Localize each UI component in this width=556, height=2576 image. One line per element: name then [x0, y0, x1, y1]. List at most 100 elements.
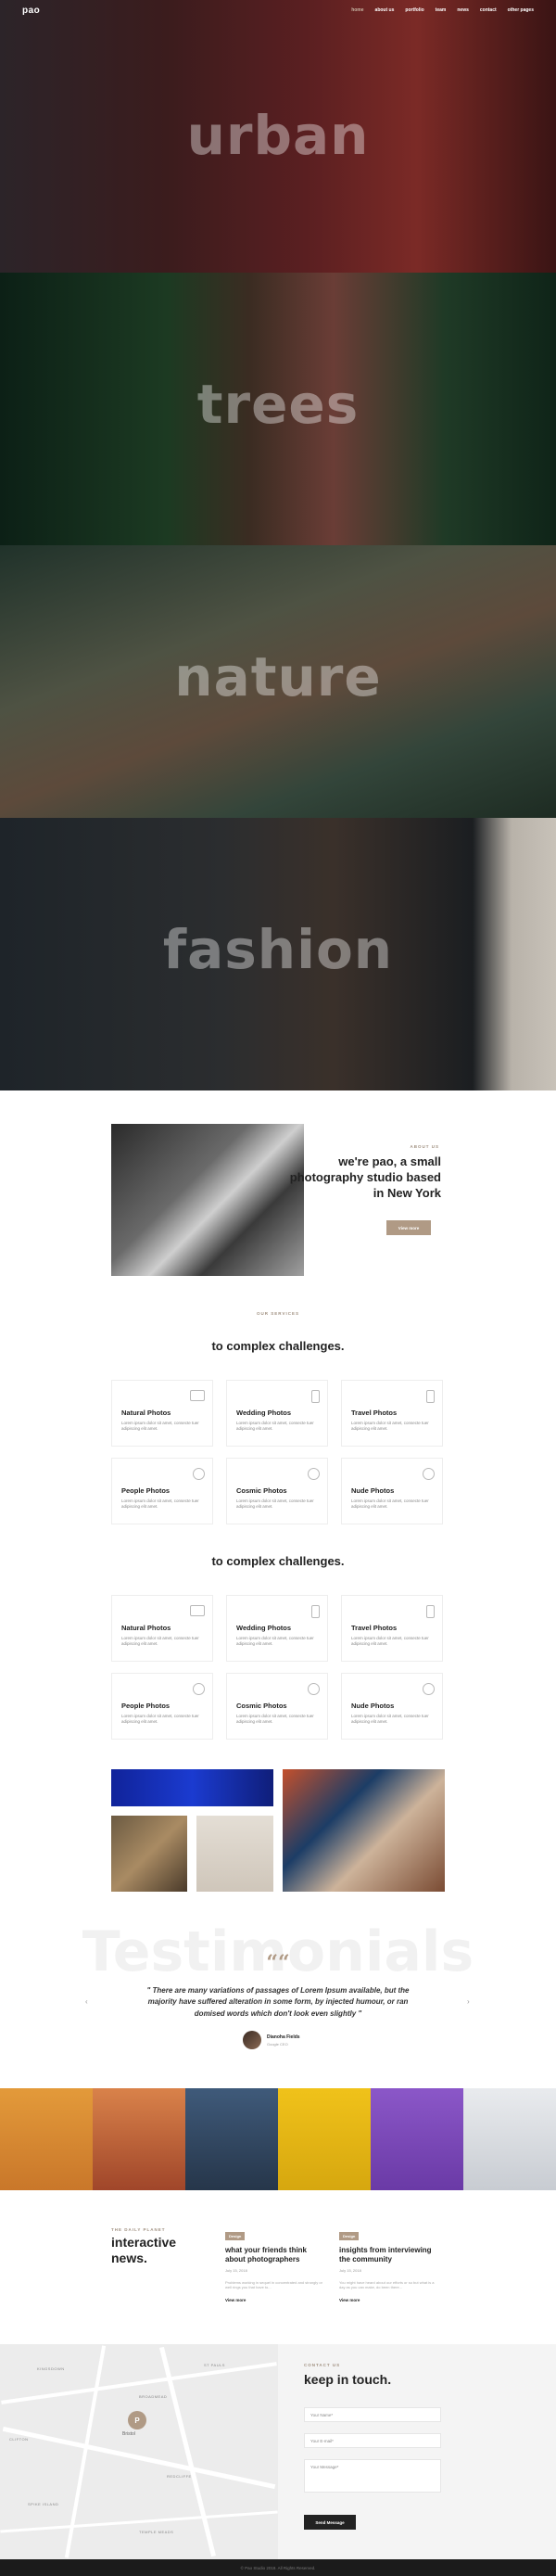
service-desc: Lorem ipsum dolor sit amet, consecte tue…: [351, 1636, 429, 1647]
email-field[interactable]: Your E-mail*: [304, 2433, 441, 2448]
news-post[interactable]: Design what your friends think about pho…: [225, 2225, 327, 2302]
team-member-photo[interactable]: [93, 2088, 185, 2190]
service-card-cosmic[interactable]: Cosmic Photos Lorem ipsum dolor sit amet…: [226, 1458, 328, 1524]
service-card-wedding[interactable]: Wedding Photos Lorem ipsum dolor sit ame…: [226, 1595, 328, 1662]
map-label: SPIKE ISLAND: [28, 2502, 59, 2506]
nav-home[interactable]: home: [351, 7, 363, 13]
map-road: [2, 2426, 276, 2490]
nav-portfolio[interactable]: portfolio: [405, 7, 423, 13]
map-label: ST PAULS: [204, 2363, 225, 2367]
service-title: Wedding Photos: [236, 1624, 292, 1632]
testimonial-role: Google CEO: [267, 2042, 288, 2047]
nav-about-us[interactable]: about us: [375, 7, 395, 13]
post-excerpt: You might have heard about our efforts o…: [339, 2279, 435, 2290]
service-card-wedding[interactable]: Wedding Photos Lorem ipsum dolor sit ame…: [226, 1380, 328, 1447]
service-title: People Photos: [121, 1702, 171, 1710]
top-navigation-bar: pao home about us portfolio team news co…: [0, 0, 556, 20]
services-title: to complex challenges.: [211, 1339, 345, 1353]
view-more-button[interactable]: View more: [386, 1220, 431, 1235]
service-card-nude[interactable]: Nude Photos Lorem ipsum dolor sit amet, …: [341, 1673, 443, 1740]
clock-icon: [423, 1468, 435, 1480]
nav-contact[interactable]: contact: [480, 7, 497, 13]
service-desc: Lorem ipsum dolor sit amet, consecte tue…: [121, 1636, 199, 1647]
service-title: Travel Photos: [351, 1624, 398, 1632]
service-card-cosmic[interactable]: Cosmic Photos Lorem ipsum dolor sit amet…: [226, 1673, 328, 1740]
post-tag[interactable]: Design: [225, 2232, 246, 2240]
news-title: interactive news.: [111, 2235, 176, 2266]
post-tag[interactable]: Design: [339, 2232, 360, 2240]
hero-word-urban: urban: [186, 104, 370, 167]
news-title-line2: news.: [111, 2250, 147, 2265]
next-arrow-icon[interactable]: ›: [467, 1997, 470, 2006]
prev-arrow-icon[interactable]: ‹: [85, 1997, 88, 2006]
news-title-line1: interactive: [111, 2235, 177, 2250]
team-strip: [0, 2088, 556, 2190]
map-road: [159, 2346, 216, 2557]
service-desc: Lorem ipsum dolor sit amet, consecte tue…: [236, 1714, 314, 1725]
service-card-travel[interactable]: Travel Photos Lorem ipsum dolor sit amet…: [341, 1595, 443, 1662]
about-eyebrow: about us: [410, 1144, 439, 1149]
service-card-natural[interactable]: Natural Photos Lorem ipsum dolor sit ame…: [111, 1380, 213, 1447]
team-member-photo[interactable]: [0, 2088, 93, 2190]
globe-icon: [308, 1683, 320, 1695]
service-title: Cosmic Photos: [236, 1702, 287, 1710]
about-title: we're pao, a small photography studio ba…: [289, 1154, 441, 1200]
gallery-image-blue-car[interactable]: [111, 1769, 273, 1806]
team-member-photo[interactable]: [185, 2088, 278, 2190]
news-eyebrow: the daily planet: [111, 2227, 166, 2232]
map[interactable]: KINGSDOWN BROADMEAD ST PAULS REDCLIFFE T…: [0, 2344, 278, 2559]
post-title[interactable]: what your friends think about photograph…: [225, 2246, 327, 2265]
globe-icon: [308, 1468, 320, 1480]
gallery-image-red-car[interactable]: [283, 1769, 445, 1892]
testimonial-quote: " There are many variations of passages …: [146, 1986, 410, 2018]
post-date: July 15, 2018: [225, 2267, 247, 2273]
map-pin-label: Bristol: [122, 2431, 135, 2437]
hero-band-nature[interactable]: nature: [0, 545, 556, 818]
contact-eyebrow: contact us: [304, 2363, 341, 2367]
name-field[interactable]: Your Name*: [304, 2407, 441, 2422]
hero-band-trees[interactable]: trees: [0, 273, 556, 545]
hero-band-urban[interactable]: urban: [0, 0, 556, 273]
send-message-button[interactable]: Send Message: [304, 2515, 356, 2530]
service-desc: Lorem ipsum dolor sit amet, consecte tue…: [236, 1498, 314, 1510]
gallery-image-portrait[interactable]: [196, 1816, 273, 1892]
about-photo: [111, 1124, 304, 1276]
service-card-people[interactable]: People Photos Lorem ipsum dolor sit amet…: [111, 1458, 213, 1524]
team-member-photo[interactable]: [463, 2088, 556, 2190]
service-desc: Lorem ipsum dolor sit amet, consecte tue…: [351, 1421, 429, 1432]
service-title: Travel Photos: [351, 1409, 398, 1417]
message-field[interactable]: Your Message*: [304, 2459, 441, 2493]
post-view-more-link[interactable]: View more: [339, 2298, 441, 2302]
footer: © Pao Studio 2018. All Rights Reserved.: [0, 2559, 556, 2576]
site-logo[interactable]: pao: [22, 6, 40, 16]
service-card-people[interactable]: People Photos Lorem ipsum dolor sit amet…: [111, 1673, 213, 1740]
nav-team[interactable]: team: [436, 7, 447, 13]
contact-title: keep in touch.: [304, 2372, 392, 2387]
post-title[interactable]: insights from interviewing the community: [339, 2246, 441, 2265]
testimonial-name: Dianoha Fields: [267, 2034, 300, 2040]
post-view-more-link[interactable]: View more: [225, 2298, 327, 2302]
service-card-travel[interactable]: Travel Photos Lorem ipsum dolor sit amet…: [341, 1380, 443, 1447]
main-nav: home about us portfolio team news contac…: [351, 7, 534, 13]
service-desc: Lorem ipsum dolor sit amet, consecte tue…: [121, 1498, 199, 1510]
nav-news[interactable]: news: [457, 7, 469, 13]
service-desc: Lorem ipsum dolor sit amet, consecte tue…: [121, 1421, 199, 1432]
team-member-photo[interactable]: [371, 2088, 463, 2190]
service-desc: Lorem ipsum dolor sit amet, consecte tue…: [351, 1714, 429, 1725]
hero-word-fashion: fashion: [162, 918, 394, 981]
service-card-nude[interactable]: Nude Photos Lorem ipsum dolor sit amet, …: [341, 1458, 443, 1524]
gallery-image-motorcycle[interactable]: [111, 1816, 187, 1892]
news-post[interactable]: Design insights from interviewing the co…: [339, 2225, 441, 2302]
nav-other-pages[interactable]: other pages: [508, 7, 534, 13]
service-desc: Lorem ipsum dolor sit amet, consecte tue…: [121, 1714, 199, 1725]
hero-band-fashion[interactable]: fashion: [0, 818, 556, 1090]
post-date: July 15, 2018: [339, 2267, 361, 2273]
team-member-photo[interactable]: [278, 2088, 371, 2190]
aperture-icon: [193, 1683, 205, 1695]
map-label: BROADMEAD: [139, 2394, 168, 2399]
map-pin-icon[interactable]: P: [128, 2411, 146, 2429]
service-card-natural[interactable]: Natural Photos Lorem ipsum dolor sit ame…: [111, 1595, 213, 1662]
map-label: REDCLIFFE: [167, 2474, 192, 2479]
services2-title: to complex challenges.: [211, 1554, 345, 1568]
service-desc: Lorem ipsum dolor sit amet, consecte tue…: [351, 1498, 429, 1510]
